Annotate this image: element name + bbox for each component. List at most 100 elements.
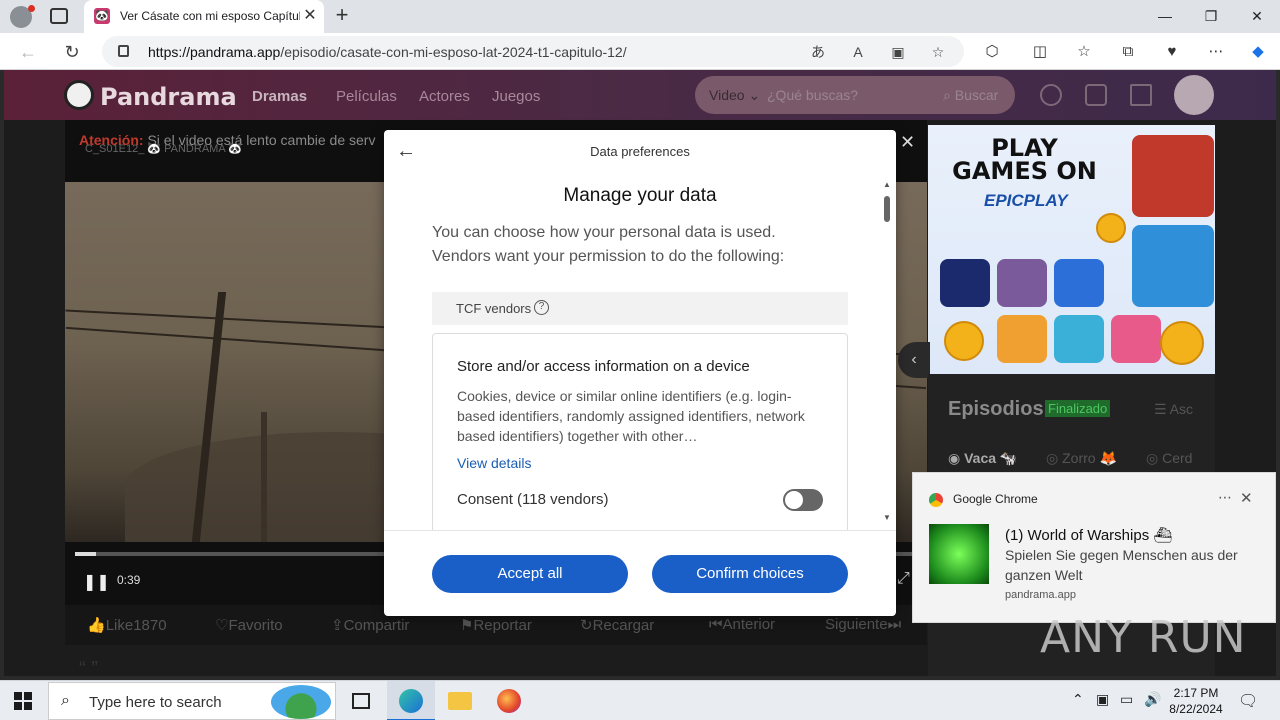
moto-game-tile[interactable] xyxy=(997,259,1047,307)
epicplay-ad-banner[interactable]: PLAY GAMES ON EPICPLAY xyxy=(928,125,1215,374)
hill-game-tile[interactable] xyxy=(1054,315,1104,363)
favorites-icon[interactable]: ☆ xyxy=(1072,40,1096,64)
consent-toggle[interactable] xyxy=(783,489,823,511)
site-search-box[interactable]: Video ⌄ ¿Qué buscas? ⌕ Buscar xyxy=(695,76,1015,114)
back-icon[interactable]: ← xyxy=(16,40,40,64)
more-menu-icon[interactable]: ⋯ xyxy=(1204,40,1228,64)
tray-chevron-icon[interactable]: ⌃ xyxy=(1072,691,1084,708)
scrollbar-thumb[interactable] xyxy=(884,196,890,222)
window-close-icon[interactable]: ✕ xyxy=(1242,5,1272,27)
copilot-icon[interactable]: ◆ xyxy=(1246,40,1270,64)
fusion-blocks-game-tile[interactable] xyxy=(1054,259,1104,307)
split-screen-icon[interactable]: ◫ xyxy=(1028,40,1052,64)
restore-icon[interactable]: ❐ xyxy=(1196,5,1226,27)
coin-icon xyxy=(1160,321,1204,365)
nav-dramas[interactable]: Dramas xyxy=(252,88,307,105)
chrome-notification[interactable]: Google Chrome ⋯ ✕ (1) World of Warships … xyxy=(912,472,1276,623)
chevron-left-icon[interactable]: ‹ xyxy=(898,342,930,378)
page-subtitle-partial: “ ” xyxy=(79,658,98,676)
favorite-button[interactable]: ♡Favorito xyxy=(215,616,283,634)
pause-icon[interactable]: ❚❚ xyxy=(83,572,110,592)
report-button[interactable]: ⚑Reportar xyxy=(460,616,532,634)
like-button[interactable]: 👍Like1870 xyxy=(87,616,167,634)
edge-taskbar-icon[interactable] xyxy=(387,681,435,720)
previous-button[interactable]: ⏮Anterior xyxy=(709,616,775,633)
search-type-select[interactable]: Video ⌄ xyxy=(709,87,760,104)
favorite-star-icon[interactable]: ☆ xyxy=(927,41,949,63)
next-button[interactable]: Siguiente⏭ xyxy=(825,616,901,633)
cricket-game-tile[interactable] xyxy=(1132,135,1214,217)
read-aloud-icon[interactable]: A xyxy=(847,41,869,63)
tab-actions-icon[interactable] xyxy=(50,8,68,24)
collections-icon[interactable]: ⧉ xyxy=(1116,40,1140,64)
url-text[interactable]: https://pandrama.app/episodio/casate-con… xyxy=(148,44,627,60)
season-tab-zorro[interactable]: ◎ Zorro 🦊 xyxy=(1046,450,1117,467)
consent-label: Consent (118 vendors) xyxy=(457,491,609,508)
minimize-icon[interactable]: — xyxy=(1150,5,1180,27)
translate-icon[interactable]: あ xyxy=(807,41,829,63)
dialog-footer: Accept all Confirm choices xyxy=(384,530,896,616)
notification-more-icon[interactable]: ⋯ xyxy=(1218,489,1232,506)
anyrun-watermark: ANY RUN xyxy=(1040,612,1247,663)
nav-actores[interactable]: Actores xyxy=(419,88,470,105)
ludo-game-tile[interactable] xyxy=(1111,315,1161,363)
confirm-choices-button[interactable]: Confirm choices xyxy=(652,555,848,593)
browser-essentials-icon[interactable]: ♥ xyxy=(1160,40,1184,64)
space-game-tile[interactable] xyxy=(940,259,990,307)
billiards-game-tile[interactable] xyxy=(1132,225,1214,307)
browser-tab-active[interactable]: 🐼 Ver Cásate con mi esposo Capítul ✕ xyxy=(84,0,324,33)
site-logo-text[interactable]: Pandrama xyxy=(100,83,237,111)
pandrama-favicon-icon: 🐼 xyxy=(94,8,110,24)
season-tab-cerdo[interactable]: ◎ Cerd xyxy=(1146,450,1192,467)
new-tab-button[interactable]: + xyxy=(330,4,354,28)
video-watermark: C_S01E12_ 🐼 PANDRAMA 🐼 xyxy=(85,143,242,155)
view-details-link[interactable]: View details xyxy=(457,455,531,471)
apps-grid-icon[interactable] xyxy=(1085,84,1107,106)
search-button[interactable]: ⌕ Buscar xyxy=(943,87,998,104)
season-tab-vaca[interactable]: ◉ Vaca 🐄 xyxy=(948,450,1017,467)
fullscreen-icon[interactable]: ⤢ xyxy=(897,570,910,588)
reload-button[interactable]: ↻Recargar xyxy=(580,616,654,634)
reload-icon[interactable]: ↻ xyxy=(60,40,84,64)
help-icon[interactable]: ? xyxy=(534,300,549,315)
nav-peliculas[interactable]: Películas xyxy=(336,88,397,105)
user-avatar-icon[interactable] xyxy=(1174,75,1214,115)
site-navbar: Pandrama Dramas Películas Actores Juegos… xyxy=(4,70,1276,120)
notification-center-icon[interactable]: 🗨 xyxy=(1238,691,1258,711)
lock-icon[interactable] xyxy=(118,45,129,57)
coin-icon xyxy=(1096,213,1126,243)
notification-close-icon[interactable]: ✕ xyxy=(1240,489,1253,507)
search-highlight-globe-icon xyxy=(271,685,331,719)
tray-device-icon[interactable]: ▣ xyxy=(1096,691,1109,708)
sort-button[interactable]: ☰ Asc xyxy=(1154,401,1193,418)
ad-headline: PLAY GAMES ON xyxy=(952,134,1097,185)
dialog-scrollbar[interactable]: ▲ ▼ xyxy=(883,180,891,525)
consent-dialog: ← Data preferences Manage your data You … xyxy=(384,130,896,616)
task-view-icon[interactable] xyxy=(338,681,386,720)
firefox-icon[interactable] xyxy=(485,681,533,720)
accept-all-button[interactable]: Accept all xyxy=(432,555,628,593)
history-icon[interactable] xyxy=(1040,84,1062,106)
windows-start-icon[interactable] xyxy=(14,692,32,710)
browser-toolbar: ← ↻ https://pandrama.app/episodio/casate… xyxy=(0,33,1280,70)
search-input[interactable]: ¿Qué buscas? xyxy=(767,87,858,103)
dialog-lead-text: You can choose how your personal data is… xyxy=(432,224,785,265)
network-icon[interactable]: ▭ xyxy=(1120,691,1133,708)
crown-icon[interactable] xyxy=(1130,84,1152,106)
tab-close-icon[interactable]: ✕ xyxy=(300,6,320,26)
player-close-icon[interactable]: ✕ xyxy=(900,132,915,153)
nav-juegos[interactable]: Juegos xyxy=(492,88,540,105)
address-bar[interactable]: https://pandrama.app/episodio/casate-con… xyxy=(102,36,964,67)
taskbar-clock[interactable]: 2:17 PM 8/22/2024 xyxy=(1164,685,1228,717)
volume-icon[interactable]: 🔊 xyxy=(1144,691,1161,708)
immersive-reader-icon[interactable]: ▣ xyxy=(887,41,909,63)
share-button[interactable]: ⇪Compartir xyxy=(331,616,409,634)
scroll-up-icon[interactable]: ▲ xyxy=(883,180,891,189)
panda-logo-icon[interactable] xyxy=(64,80,94,110)
extensions-icon[interactable]: ⬡ xyxy=(980,40,1004,64)
file-explorer-icon[interactable] xyxy=(436,681,484,720)
dialog-scroll-area[interactable]: Manage your data You can choose how your… xyxy=(384,180,896,530)
taskbar-search[interactable]: ⌕ Type here to search xyxy=(48,682,336,720)
run-game-tile[interactable] xyxy=(997,315,1047,363)
scroll-down-icon[interactable]: ▼ xyxy=(883,513,891,522)
